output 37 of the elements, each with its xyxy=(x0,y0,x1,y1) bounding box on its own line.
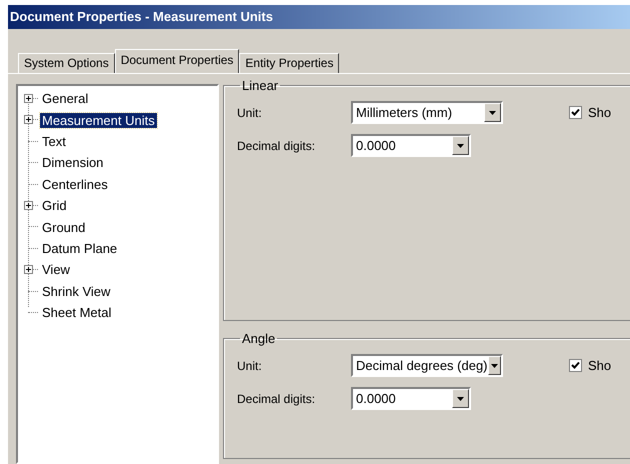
tree-item[interactable]: Grid xyxy=(40,198,69,214)
field-label: Unit: xyxy=(237,106,263,120)
dropdown[interactable]: 0.0000 xyxy=(351,387,471,410)
group-title: Linear xyxy=(241,78,280,93)
tree-item[interactable]: Dimension xyxy=(40,155,106,170)
tree-item[interactable]: Text xyxy=(40,134,68,149)
tree-item[interactable]: Sheet Metal xyxy=(40,305,114,320)
tree-item[interactable]: View xyxy=(40,262,72,278)
field-label: Decimal digits: xyxy=(237,392,316,406)
dropdown[interactable]: 0.0000 xyxy=(351,134,471,157)
field-label: Decimal digits: xyxy=(237,138,316,152)
expand-icon[interactable] xyxy=(24,115,33,124)
caret-icon xyxy=(457,144,464,148)
dropdown[interactable]: Millimeters (mm) xyxy=(351,101,503,124)
caret-icon xyxy=(457,396,464,400)
tree-item[interactable]: Centerlines xyxy=(40,176,110,192)
checkbox-label: Sho xyxy=(588,105,612,120)
tab[interactable]: Document Properties xyxy=(114,49,240,73)
tree-item[interactable]: Shrink View xyxy=(40,284,112,299)
expand-icon[interactable] xyxy=(24,265,33,274)
tree-item[interactable]: General xyxy=(40,91,90,106)
expand-icon[interactable] xyxy=(24,94,33,103)
checkbox[interactable] xyxy=(569,359,582,372)
tab[interactable]: System Options xyxy=(18,53,115,73)
checkbox-label: Sho xyxy=(588,358,612,373)
caret-icon xyxy=(489,110,496,114)
group-title: Angle xyxy=(241,331,276,346)
tree-item[interactable]: Measurement Units xyxy=(40,112,157,128)
caret-icon xyxy=(490,364,498,368)
expand-icon[interactable] xyxy=(24,200,33,210)
tree-item[interactable]: Datum Plane xyxy=(40,240,120,256)
dropdown[interactable]: Decimal degrees (deg) xyxy=(351,354,503,377)
tab[interactable]: Entity Properties xyxy=(239,53,340,73)
window-title: Document Properties - Measurement Units xyxy=(8,5,630,29)
tree-item[interactable]: Ground xyxy=(40,220,88,235)
field-label: Unit: xyxy=(237,358,263,372)
checkbox[interactable] xyxy=(569,106,582,119)
